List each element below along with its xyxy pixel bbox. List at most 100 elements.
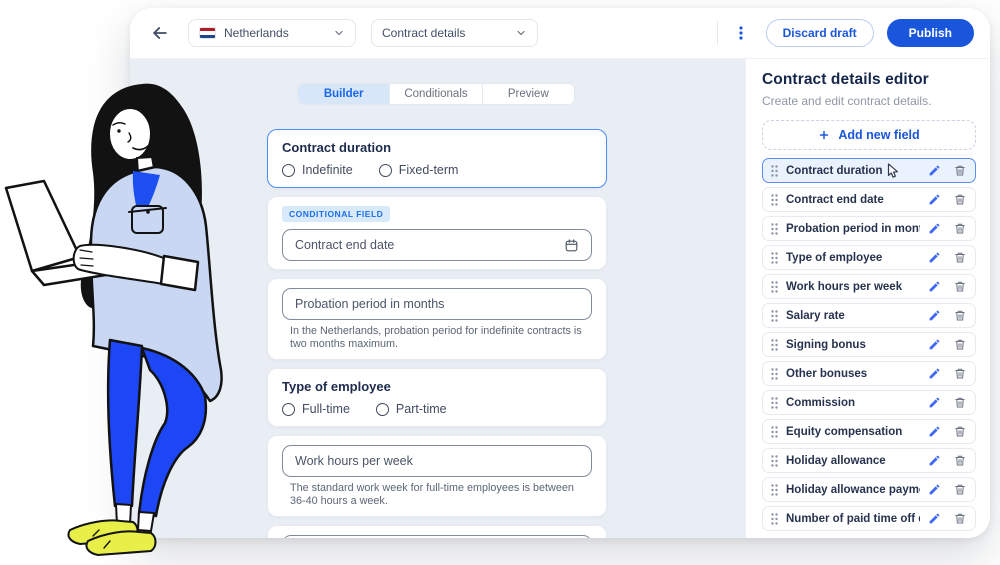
builder-tabs: Builder Conditionals Preview xyxy=(297,83,575,105)
tab-preview[interactable]: Preview xyxy=(483,84,574,104)
field-row-label: Work hours per week xyxy=(786,281,920,293)
drag-handle-icon[interactable] xyxy=(771,368,778,380)
edit-pencil-icon[interactable] xyxy=(928,512,941,525)
publish-button[interactable]: Publish xyxy=(887,19,974,47)
drag-handle-icon[interactable] xyxy=(771,310,778,322)
delete-trash-icon[interactable] xyxy=(954,338,966,351)
field-row-actions xyxy=(928,164,966,177)
delete-trash-icon[interactable] xyxy=(954,309,966,322)
delete-trash-icon[interactable] xyxy=(954,193,966,206)
field-row-signing-bonus[interactable]: Signing bonus xyxy=(762,332,976,357)
field-row-label: Salary rate xyxy=(786,310,920,322)
edit-pencil-icon[interactable] xyxy=(928,454,941,467)
tab-conditionals[interactable]: Conditionals xyxy=(390,84,482,104)
field-row-contract-duration[interactable]: Contract duration xyxy=(762,158,976,183)
drag-handle-icon[interactable] xyxy=(771,513,778,525)
probation-period-field[interactable] xyxy=(282,288,592,320)
field-row-type-of-employee[interactable]: Type of employee xyxy=(762,245,976,270)
field-row-holiday-allowance-frequency[interactable]: Holiday allowance payment fre... xyxy=(762,477,976,502)
delete-trash-icon[interactable] xyxy=(954,483,966,496)
edit-pencil-icon[interactable] xyxy=(928,164,941,177)
radio-part-time[interactable]: Part-time xyxy=(376,402,447,416)
edit-pencil-icon[interactable] xyxy=(928,280,941,293)
field-row-actions xyxy=(928,425,966,438)
delete-trash-icon[interactable] xyxy=(954,367,966,380)
radio-fixed-term[interactable]: Fixed-term xyxy=(379,163,459,177)
template-select[interactable]: Contract details xyxy=(371,19,538,47)
delete-trash-icon[interactable] xyxy=(954,512,966,525)
edit-pencil-icon[interactable] xyxy=(928,483,941,496)
form-column: Contract duration Indefinite Fixed-term xyxy=(267,129,607,538)
probation-period-input[interactable] xyxy=(295,297,579,311)
country-select[interactable]: Netherlands xyxy=(188,19,356,47)
radio-indefinite[interactable]: Indefinite xyxy=(282,163,353,177)
back-button[interactable] xyxy=(146,19,174,47)
drag-handle-icon[interactable] xyxy=(771,397,778,409)
delete-trash-icon[interactable] xyxy=(954,280,966,293)
field-row-equity-compensation[interactable]: Equity compensation xyxy=(762,419,976,444)
edit-pencil-icon[interactable] xyxy=(928,222,941,235)
work-hours-helper-text: The standard work week for full-time emp… xyxy=(282,482,592,508)
card-probation-period[interactable]: In the Netherlands, probation period for… xyxy=(267,278,607,360)
field-row-actions xyxy=(928,512,966,525)
more-options-button[interactable] xyxy=(730,21,752,45)
work-hours-field[interactable] xyxy=(282,445,592,477)
discard-draft-button[interactable]: Discard draft xyxy=(766,19,874,47)
contract-end-date-input[interactable] xyxy=(295,238,556,252)
drag-handle-icon[interactable] xyxy=(771,339,778,351)
edit-pencil-icon[interactable] xyxy=(928,309,941,322)
drag-handle-icon[interactable] xyxy=(771,484,778,496)
chevron-down-icon xyxy=(515,27,527,39)
card-contract-end-date[interactable]: CONDITIONAL FIELD xyxy=(267,196,607,270)
field-row-other-bonuses[interactable]: Other bonuses xyxy=(762,361,976,386)
edit-pencil-icon[interactable] xyxy=(928,251,941,264)
radio-full-time[interactable]: Full-time xyxy=(282,402,350,416)
card-salary-rate[interactable]: Salary rate xyxy=(267,525,607,538)
drag-handle-icon[interactable] xyxy=(771,455,778,467)
field-row-label: Contract end date xyxy=(786,194,920,206)
radio-indefinite-label: Indefinite xyxy=(302,163,353,177)
panel-title: Contract details editor xyxy=(762,71,976,89)
field-row-work-hours[interactable]: Work hours per week xyxy=(762,274,976,299)
field-row-label: Number of paid time off days xyxy=(786,513,920,525)
field-row-salary-rate[interactable]: Salary rate xyxy=(762,303,976,328)
drag-handle-icon[interactable] xyxy=(771,194,778,206)
delete-trash-icon[interactable] xyxy=(954,251,966,264)
delete-trash-icon[interactable] xyxy=(954,164,966,177)
card-work-hours[interactable]: The standard work week for full-time emp… xyxy=(267,435,607,517)
field-row-commission[interactable]: Commission xyxy=(762,390,976,415)
field-row-label: Holiday allowance xyxy=(786,455,920,467)
card-contract-duration[interactable]: Contract duration Indefinite Fixed-term xyxy=(267,129,607,188)
edit-pencil-icon[interactable] xyxy=(928,396,941,409)
drag-handle-icon[interactable] xyxy=(771,281,778,293)
field-row-probation-period[interactable]: Probation period in months xyxy=(762,216,976,241)
field-row-holiday-allowance[interactable]: Holiday allowance xyxy=(762,448,976,473)
field-row-label: Probation period in months xyxy=(786,223,920,235)
work-hours-input[interactable] xyxy=(295,454,579,468)
drag-handle-icon[interactable] xyxy=(771,165,778,177)
delete-trash-icon[interactable] xyxy=(954,396,966,409)
salary-rate-select[interactable]: Salary rate xyxy=(282,535,592,538)
edit-pencil-icon[interactable] xyxy=(928,193,941,206)
netherlands-flag-icon xyxy=(199,27,216,39)
drag-handle-icon[interactable] xyxy=(771,426,778,438)
field-row-contract-end-date[interactable]: Contract end date xyxy=(762,187,976,212)
tab-builder[interactable]: Builder xyxy=(298,84,390,104)
drag-handle-icon[interactable] xyxy=(771,252,778,264)
type-of-employee-options: Full-time Part-time xyxy=(282,402,592,418)
delete-trash-icon[interactable] xyxy=(954,222,966,235)
field-row-actions xyxy=(928,280,966,293)
drag-handle-icon[interactable] xyxy=(771,223,778,235)
contract-end-date-field[interactable] xyxy=(282,229,592,261)
delete-trash-icon[interactable] xyxy=(954,425,966,438)
field-row-label: Other bonuses xyxy=(786,368,920,380)
field-row-paid-time-off[interactable]: Number of paid time off days xyxy=(762,506,976,531)
card-type-of-employee[interactable]: Type of employee Full-time Part-time xyxy=(267,368,607,427)
add-new-field-button[interactable]: Add new field xyxy=(762,120,976,150)
calendar-icon xyxy=(564,238,579,253)
edit-pencil-icon[interactable] xyxy=(928,425,941,438)
edit-pencil-icon[interactable] xyxy=(928,367,941,380)
field-list: Contract duration Contract end date xyxy=(762,158,976,531)
delete-trash-icon[interactable] xyxy=(954,454,966,467)
edit-pencil-icon[interactable] xyxy=(928,338,941,351)
